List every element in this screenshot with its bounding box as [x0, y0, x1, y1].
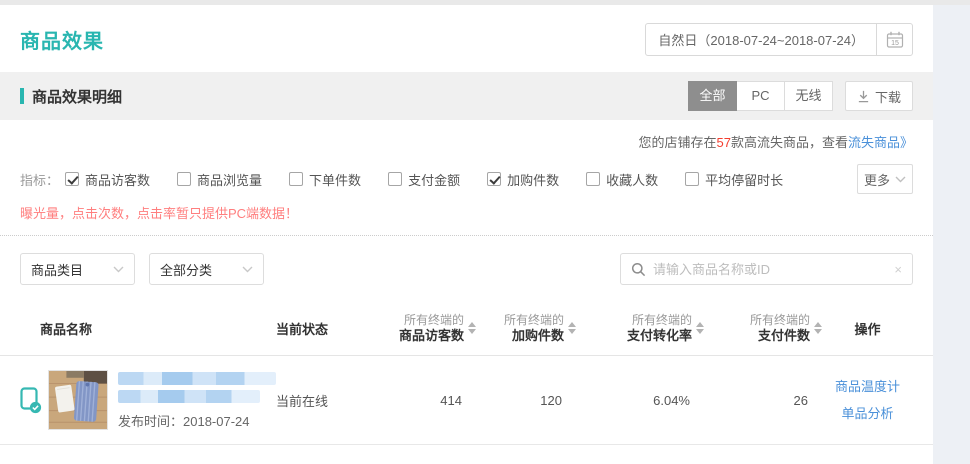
page-title: 商品效果	[20, 25, 104, 54]
download-icon	[857, 90, 870, 103]
search-icon	[631, 262, 646, 277]
checkbox-icon[interactable]	[177, 172, 191, 186]
cart-adds-value: 120	[476, 393, 576, 408]
tab-pc[interactable]: PC	[736, 81, 785, 111]
checkbox-icon[interactable]	[289, 172, 303, 186]
single-item-analysis-link[interactable]: 单品分析	[822, 400, 913, 427]
checkbox-icon[interactable]	[388, 172, 402, 186]
metrics-label: 指标：	[20, 170, 59, 189]
chevron-down-icon	[242, 266, 253, 273]
terminal-tabs: 全部 PC 无线	[689, 81, 833, 111]
paid-items-value: 26	[704, 393, 822, 408]
col-header-actions: 操作	[822, 319, 913, 338]
col-header-visitors[interactable]: 所有终端的 商品访客数	[376, 313, 476, 343]
product-effect-page: 商品效果 自然日（2018-07-24~2018-07-24） 15	[0, 0, 970, 464]
section-accent-bar	[20, 88, 24, 104]
col-header-metric: 商品访客数	[399, 328, 464, 343]
metric-label: 商品访客数	[85, 170, 150, 189]
publish-time: 发布时间：2018-07-24	[118, 411, 276, 430]
col-header-metric: 加购件数	[504, 328, 564, 343]
clear-search-icon[interactable]: ×	[894, 263, 902, 276]
col-header-scope: 所有终端的	[627, 313, 692, 328]
notice-middle: 款高流失商品，查看	[731, 135, 848, 150]
col-header-metric: 支付件数	[750, 328, 810, 343]
metric-label: 加购件数	[507, 170, 559, 189]
metric-label: 下单件数	[309, 170, 361, 189]
table-row: 发布时间：2018-07-24 当前在线 414 120 6.04% 26 商品…	[0, 356, 933, 445]
search-input[interactable]	[653, 262, 887, 277]
col-header-paid-items[interactable]: 所有终端的 支付件数	[704, 313, 822, 343]
metric-item-dwell-time[interactable]: 平均停留时长	[685, 170, 783, 189]
checkbox-icon[interactable]	[586, 172, 600, 186]
page-background-gutter	[933, 5, 970, 464]
visitors-value: 414	[376, 393, 476, 408]
sort-icon[interactable]	[568, 322, 576, 334]
metric-item-favorites[interactable]: 收藏人数	[586, 170, 658, 189]
content-area: 商品效果 自然日（2018-07-24~2018-07-24） 15	[0, 5, 933, 445]
product-thermometer-link[interactable]: 商品温度计	[822, 373, 913, 400]
category-dropdown[interactable]: 商品类目	[20, 253, 135, 285]
chevron-down-icon	[113, 266, 124, 273]
col-header-scope: 所有终端的	[504, 313, 564, 328]
tab-all[interactable]: 全部	[688, 81, 737, 111]
col-header-metric: 支付转化率	[627, 328, 692, 343]
churn-products-link[interactable]: 流失商品》	[848, 135, 913, 150]
col-header-scope: 所有终端的	[750, 313, 810, 328]
metric-label: 平均停留时长	[705, 170, 783, 189]
category-dropdown-value: 商品类目	[31, 260, 83, 279]
churn-notice: 您的店铺存在57款高流失商品，查看流失商品》	[0, 120, 933, 151]
pc-data-warning: 曝光量，点击次数，点击率暂只提供PC端数据！	[0, 194, 933, 235]
metric-item-payment-amount[interactable]: 支付金额	[388, 170, 460, 189]
download-button[interactable]: 下载	[845, 81, 913, 111]
notice-prefix: 您的店铺存在	[638, 135, 716, 150]
metric-label: 收藏人数	[606, 170, 658, 189]
calendar-icon[interactable]: 15	[876, 24, 912, 55]
product-thumbnail[interactable]	[48, 370, 108, 430]
classification-dropdown-value: 全部分类	[160, 260, 212, 279]
notice-count: 57	[717, 135, 731, 150]
conversion-value: 6.04%	[576, 393, 704, 408]
date-range-text: 自然日（2018-07-24~2018-07-24）	[646, 30, 876, 49]
col-header-product-name: 商品名称	[20, 319, 276, 338]
sort-icon[interactable]	[814, 322, 822, 334]
checkbox-checked-icon[interactable]	[65, 172, 79, 186]
blurred-product-name-line2[interactable]	[118, 390, 260, 403]
blurred-product-name-line1[interactable]	[118, 372, 276, 385]
col-header-conversion[interactable]: 所有终端的 支付转化率	[576, 313, 704, 343]
more-metrics-button[interactable]: 更多	[857, 164, 913, 194]
svg-text:15: 15	[891, 40, 899, 47]
checkbox-icon[interactable]	[685, 172, 699, 186]
col-header-status: 当前状态	[276, 319, 376, 338]
metrics-row: 指标： 商品访客数 商品浏览量 下单件数 支付金额 加购件数	[0, 151, 933, 194]
metric-label: 支付金额	[408, 170, 460, 189]
checkbox-checked-icon[interactable]	[487, 172, 501, 186]
date-range-picker[interactable]: 自然日（2018-07-24~2018-07-24） 15	[645, 23, 913, 56]
mobile-verified-icon	[20, 387, 42, 414]
page-header: 商品效果 自然日（2018-07-24~2018-07-24） 15	[0, 5, 933, 72]
section-header: 商品效果明细 全部 PC 无线 下载	[0, 72, 933, 120]
col-header-cart-adds[interactable]: 所有终端的 加购件数	[476, 313, 576, 343]
metric-item-pageviews[interactable]: 商品浏览量	[177, 170, 262, 189]
chevron-down-icon	[895, 176, 906, 183]
filters-row: 商品类目 全部分类 ×	[0, 236, 933, 300]
metric-item-visitors[interactable]: 商品访客数	[65, 170, 150, 189]
product-name-block: 发布时间：2018-07-24	[118, 370, 276, 430]
status-cell: 当前在线	[276, 391, 376, 410]
metric-label: 商品浏览量	[197, 170, 262, 189]
sort-icon[interactable]	[468, 322, 476, 334]
product-cell: 发布时间：2018-07-24	[20, 370, 276, 430]
table-header-row: 商品名称 当前状态 所有终端的 商品访客数 所有终端的 加购件数 所有终端的	[0, 300, 933, 356]
more-label: 更多	[864, 170, 890, 189]
actions-cell: 商品温度计 单品分析	[822, 373, 913, 427]
sort-icon[interactable]	[696, 322, 704, 334]
section-title: 商品效果明细	[20, 86, 122, 107]
metric-item-cart-adds[interactable]: 加购件数	[487, 170, 559, 189]
download-label: 下载	[875, 87, 901, 106]
classification-dropdown[interactable]: 全部分类	[149, 253, 264, 285]
tab-wireless[interactable]: 无线	[784, 81, 833, 111]
col-header-scope: 所有终端的	[399, 313, 464, 328]
section-title-label: 商品效果明细	[32, 86, 122, 107]
metric-item-orders[interactable]: 下单件数	[289, 170, 361, 189]
product-search-box: ×	[620, 253, 913, 285]
